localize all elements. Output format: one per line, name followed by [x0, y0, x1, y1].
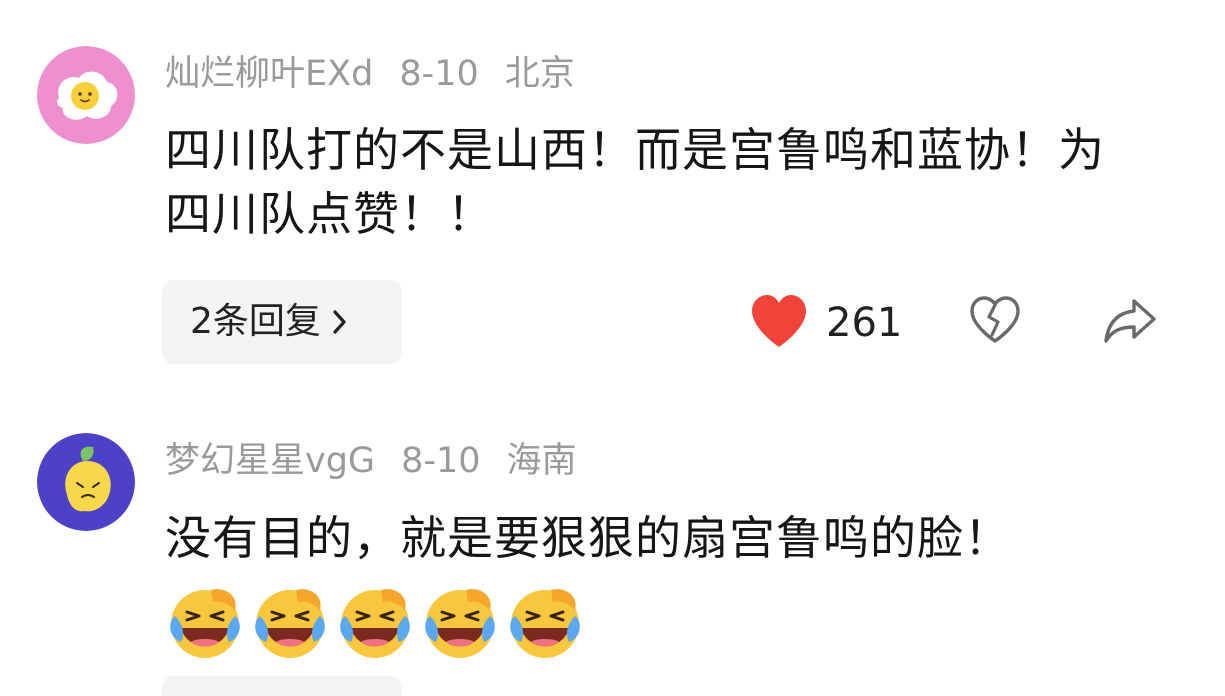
username[interactable]: 梦幻星星vgG [165, 441, 375, 481]
comment-location: 海南 [506, 441, 577, 481]
rolling-laughing-emoji-icon [335, 582, 415, 662]
comment-location: 北京 [504, 54, 575, 94]
share-arrow-icon [1102, 299, 1158, 349]
dislike-button[interactable] [969, 295, 1021, 349]
rolling-laughing-emoji-icon [165, 582, 245, 662]
comment-meta: 梦幻星星vgG 8-10 海南 [165, 444, 577, 479]
comment-date: 8-10 [401, 441, 481, 481]
like-count: 261 [826, 300, 903, 346]
rolling-laughing-emoji-icon [420, 582, 500, 662]
broken-heart-icon [969, 296, 1021, 349]
emoji-row [165, 582, 590, 662]
lemon-avatar-icon [37, 433, 135, 531]
avatar[interactable] [37, 46, 135, 144]
view-replies-label: 2条回复 [190, 301, 321, 342]
share-button[interactable] [1102, 295, 1158, 349]
view-replies-button[interactable] [162, 676, 402, 696]
chevron-right-icon [331, 307, 349, 337]
rolling-laughing-emoji-icon [250, 582, 330, 662]
like-button[interactable]: 261 [750, 293, 902, 353]
heart-filled-icon [750, 293, 808, 353]
comment-text: 没有目的，就是要狠狠的扇宫鲁鸣的脸！ [165, 511, 1011, 565]
view-replies-button[interactable]: 2条回复 [162, 280, 402, 364]
comment-date: 8-10 [399, 54, 479, 94]
comment-meta: 灿烂柳叶EXd 8-10 北京 [165, 57, 575, 92]
avatar[interactable] [37, 433, 135, 531]
comment-text: 四川队打的不是山西！而是宫鲁鸣和蓝协！为四川队点赞！！ [165, 123, 1105, 241]
rolling-laughing-emoji-icon [505, 582, 585, 662]
fried-egg-avatar-icon [37, 46, 135, 144]
username[interactable]: 灿烂柳叶EXd [165, 54, 373, 94]
